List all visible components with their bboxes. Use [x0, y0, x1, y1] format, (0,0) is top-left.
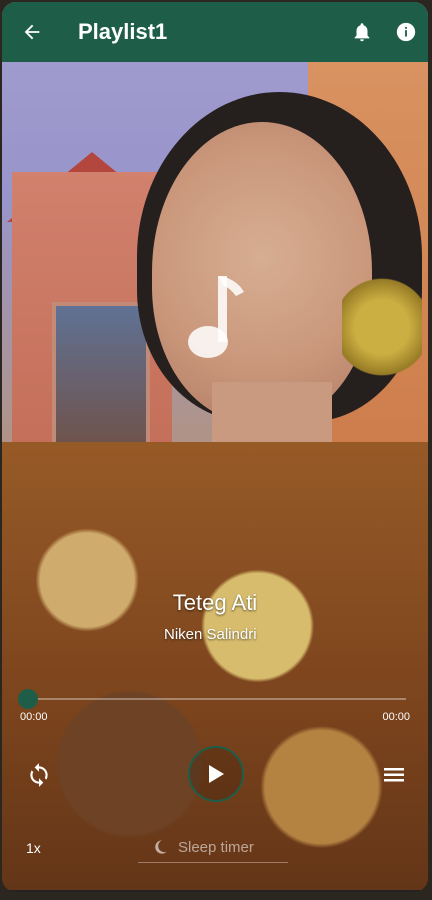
sleep-timer-label: Sleep timer — [178, 838, 254, 856]
seek-bar[interactable] — [28, 698, 406, 700]
play-button[interactable] — [188, 746, 244, 802]
notification-button[interactable] — [340, 2, 384, 62]
repeat-button[interactable] — [26, 762, 52, 788]
track-title: Teteg Ati — [172, 590, 258, 615]
back-button[interactable] — [2, 2, 62, 62]
info-icon — [396, 22, 416, 42]
arrow-left-icon — [24, 24, 40, 40]
bell-icon — [354, 23, 370, 42]
moon-icon — [155, 840, 167, 854]
info-button[interactable] — [384, 2, 428, 62]
sleep-timer-button[interactable]: Sleep timer — [138, 832, 288, 863]
music-note-icon — [184, 270, 250, 367]
play-icon — [209, 765, 224, 783]
playback-speed[interactable]: 1x — [26, 840, 41, 856]
repeat-icon — [30, 763, 48, 787]
seek-thumb[interactable] — [18, 689, 38, 709]
page-title: Playlist1 — [78, 19, 168, 44]
player-screen: Playlist1 Teteg Ati Niken Salindri 00:00… — [2, 2, 428, 892]
total-time: 00:00 — [382, 711, 410, 723]
app-bar: Playlist1 — [2, 2, 428, 62]
current-time: 00:00 — [20, 711, 48, 723]
divider — [2, 890, 428, 892]
queue-icon — [384, 768, 404, 782]
track-artist: Niken Salindri — [164, 626, 257, 643]
queue-button[interactable] — [382, 764, 406, 786]
